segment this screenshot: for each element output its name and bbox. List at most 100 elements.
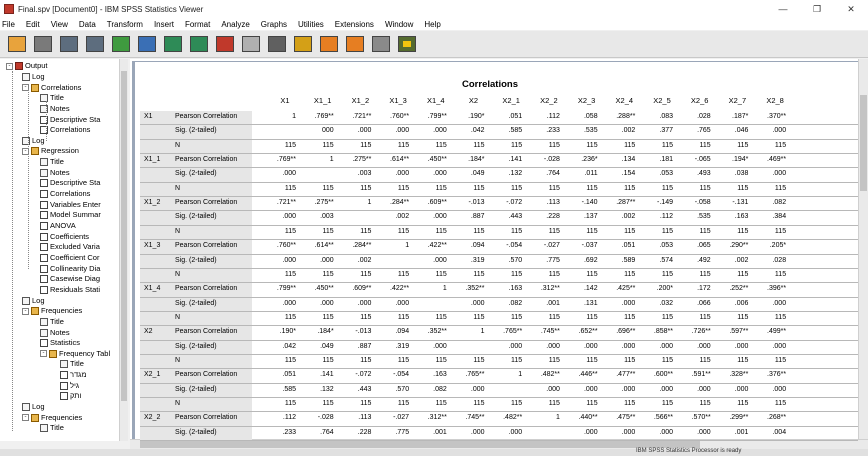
table-cell[interactable]: .112	[639, 213, 673, 220]
goto-variable-button[interactable]	[266, 34, 288, 54]
table-cell[interactable]: 115	[601, 400, 635, 407]
table-cell[interactable]: .609**	[337, 285, 371, 292]
table-cell[interactable]: .252**	[714, 285, 748, 292]
outline-item[interactable]: Notes	[40, 104, 70, 115]
table-cell[interactable]: -.054	[488, 242, 522, 249]
table-cell[interactable]: .187*	[714, 113, 748, 120]
open-folder-button[interactable]	[6, 34, 28, 54]
table-cell[interactable]: 115	[639, 142, 673, 149]
table-cell[interactable]: .000	[639, 343, 673, 350]
table-cell[interactable]: 115	[714, 400, 748, 407]
table-cell[interactable]: .745**	[526, 328, 560, 335]
table-cell[interactable]: .352**	[413, 328, 447, 335]
table-cell[interactable]: 1	[375, 242, 409, 249]
table-cell[interactable]: .200*	[639, 285, 673, 292]
table-cell[interactable]: 115	[262, 142, 296, 149]
menu-extensions[interactable]: Extensions	[335, 20, 374, 29]
table-cell[interactable]: 115	[337, 185, 371, 192]
table-cell[interactable]: .113	[337, 414, 371, 421]
outline-item[interactable]: Correlations	[40, 189, 90, 200]
table-cell[interactable]: 115	[337, 357, 371, 364]
table-cell[interactable]: 115	[413, 314, 447, 321]
menu-data[interactable]: Data	[79, 20, 96, 29]
table-cell[interactable]: .000	[526, 343, 560, 350]
table-cell[interactable]: 115	[564, 185, 597, 192]
table-cell[interactable]: .775	[526, 257, 560, 264]
table-cell[interactable]: .006	[714, 300, 749, 307]
table-cell[interactable]: .745**	[451, 414, 484, 421]
table-cell[interactable]: .053	[639, 242, 673, 249]
table-cell[interactable]: .000	[375, 127, 409, 134]
table-cell[interactable]: .696**	[601, 328, 635, 335]
table-cell[interactable]: 115	[300, 400, 334, 407]
table-cell[interactable]: 115	[752, 400, 786, 407]
table-cell[interactable]: 115	[337, 314, 371, 321]
table-cell[interactable]: .566**	[639, 414, 673, 421]
table-cell[interactable]: 115	[488, 142, 522, 149]
table-cell[interactable]: .163	[413, 371, 447, 378]
outline-item[interactable]: ותק	[60, 391, 81, 402]
table-cell[interactable]: 115	[262, 314, 296, 321]
table-cell[interactable]: .000	[413, 127, 447, 134]
table-cell[interactable]: .535	[564, 127, 598, 134]
table-cell[interactable]: .131	[564, 300, 598, 307]
table-cell[interactable]: 115	[752, 314, 786, 321]
table-cell[interactable]: 115	[752, 271, 786, 278]
table-cell[interactable]: .312**	[413, 414, 447, 421]
table-cell[interactable]: 115	[714, 271, 748, 278]
table-cell[interactable]: 115	[337, 271, 371, 278]
table-cell[interactable]: 115	[601, 228, 635, 235]
redo-button[interactable]	[188, 34, 210, 54]
table-cell[interactable]: .887	[451, 213, 485, 220]
table-cell[interactable]: .003	[337, 170, 372, 177]
table-cell[interactable]: .760**	[375, 113, 409, 120]
table-cell[interactable]: .011	[564, 170, 597, 177]
table-cell[interactable]: .585	[488, 127, 523, 134]
outline-item[interactable]: Casewise Diag	[40, 274, 100, 285]
table-cell[interactable]: .049	[300, 343, 334, 350]
table-cell[interactable]: .001	[526, 300, 560, 307]
table-cell[interactable]: .000	[337, 300, 372, 307]
export-button[interactable]	[110, 34, 132, 54]
table-cell[interactable]: .726**	[677, 328, 711, 335]
table-cell[interactable]: 115	[413, 228, 447, 235]
table-cell[interactable]: .000	[752, 343, 786, 350]
table-cell[interactable]: .775	[375, 429, 409, 436]
table-cell[interactable]: .000	[488, 343, 523, 350]
table-cell[interactable]: -.028	[526, 156, 560, 163]
table-cell[interactable]: .328**	[714, 371, 748, 378]
table-cell[interactable]: 115	[564, 271, 597, 278]
table-cell[interactable]: 115	[677, 228, 711, 235]
table-cell[interactable]: 115	[714, 357, 748, 364]
outline-item[interactable]: Descriptive Sta	[40, 178, 100, 189]
table-cell[interactable]: -.058	[677, 199, 711, 206]
table-cell[interactable]: .858**	[639, 328, 673, 335]
table-cell[interactable]: .046	[714, 127, 749, 134]
table-cell[interactable]: 115	[677, 400, 711, 407]
table-cell[interactable]: .284**	[337, 242, 371, 249]
outline-item[interactable]: Excluded Varia	[40, 242, 100, 253]
table-cell[interactable]: 1	[262, 113, 296, 120]
outline-item[interactable]: Log	[22, 402, 45, 413]
table-cell[interactable]: 115	[375, 271, 409, 278]
outline-item[interactable]: Log	[22, 72, 45, 83]
table-cell[interactable]: .049	[451, 170, 485, 177]
table-cell[interactable]: .032	[639, 300, 673, 307]
outline-item[interactable]: Log	[22, 295, 45, 306]
table-cell[interactable]: 115	[300, 357, 334, 364]
menu-file[interactable]: File	[2, 20, 15, 29]
table-cell[interactable]: .002	[337, 257, 372, 264]
table-cell[interactable]: .000	[564, 386, 598, 393]
table-cell[interactable]: .765**	[451, 371, 484, 378]
table-cell[interactable]: 115	[677, 271, 711, 278]
table-cell[interactable]: .769**	[300, 113, 334, 120]
table-cell[interactable]: .042	[451, 127, 485, 134]
table-cell[interactable]: .065	[677, 242, 711, 249]
outline-item[interactable]: Statistics	[40, 338, 80, 349]
table-cell[interactable]: .134	[601, 156, 636, 163]
table-cell[interactable]: .585	[262, 386, 296, 393]
table-cell[interactable]: 115	[639, 185, 673, 192]
table-cell[interactable]: .721**	[262, 199, 296, 206]
table-cell[interactable]: -.028	[300, 414, 334, 421]
table-cell[interactable]: .002	[375, 213, 409, 220]
